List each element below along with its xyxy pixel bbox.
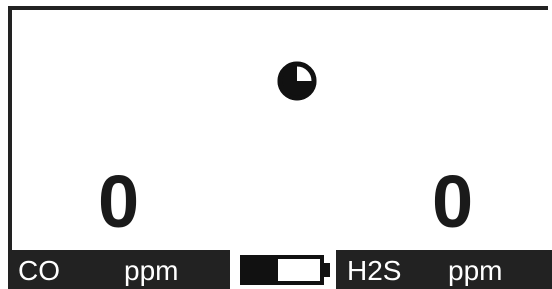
h2s-unit-label: ppm — [448, 255, 503, 286]
h2s-gas-label: H2S — [347, 255, 402, 286]
co-unit-label: ppm — [124, 255, 179, 286]
co-gas-label: CO — [18, 255, 60, 286]
co-reading: 0 — [98, 160, 140, 243]
status-bar: CO ppm H2S ppm — [8, 250, 552, 289]
display-screen — [8, 6, 548, 287]
battery-fill — [244, 259, 278, 281]
pie-timer-icon — [277, 61, 317, 101]
h2s-reading: 0 — [432, 160, 474, 243]
battery-icon — [230, 250, 336, 289]
